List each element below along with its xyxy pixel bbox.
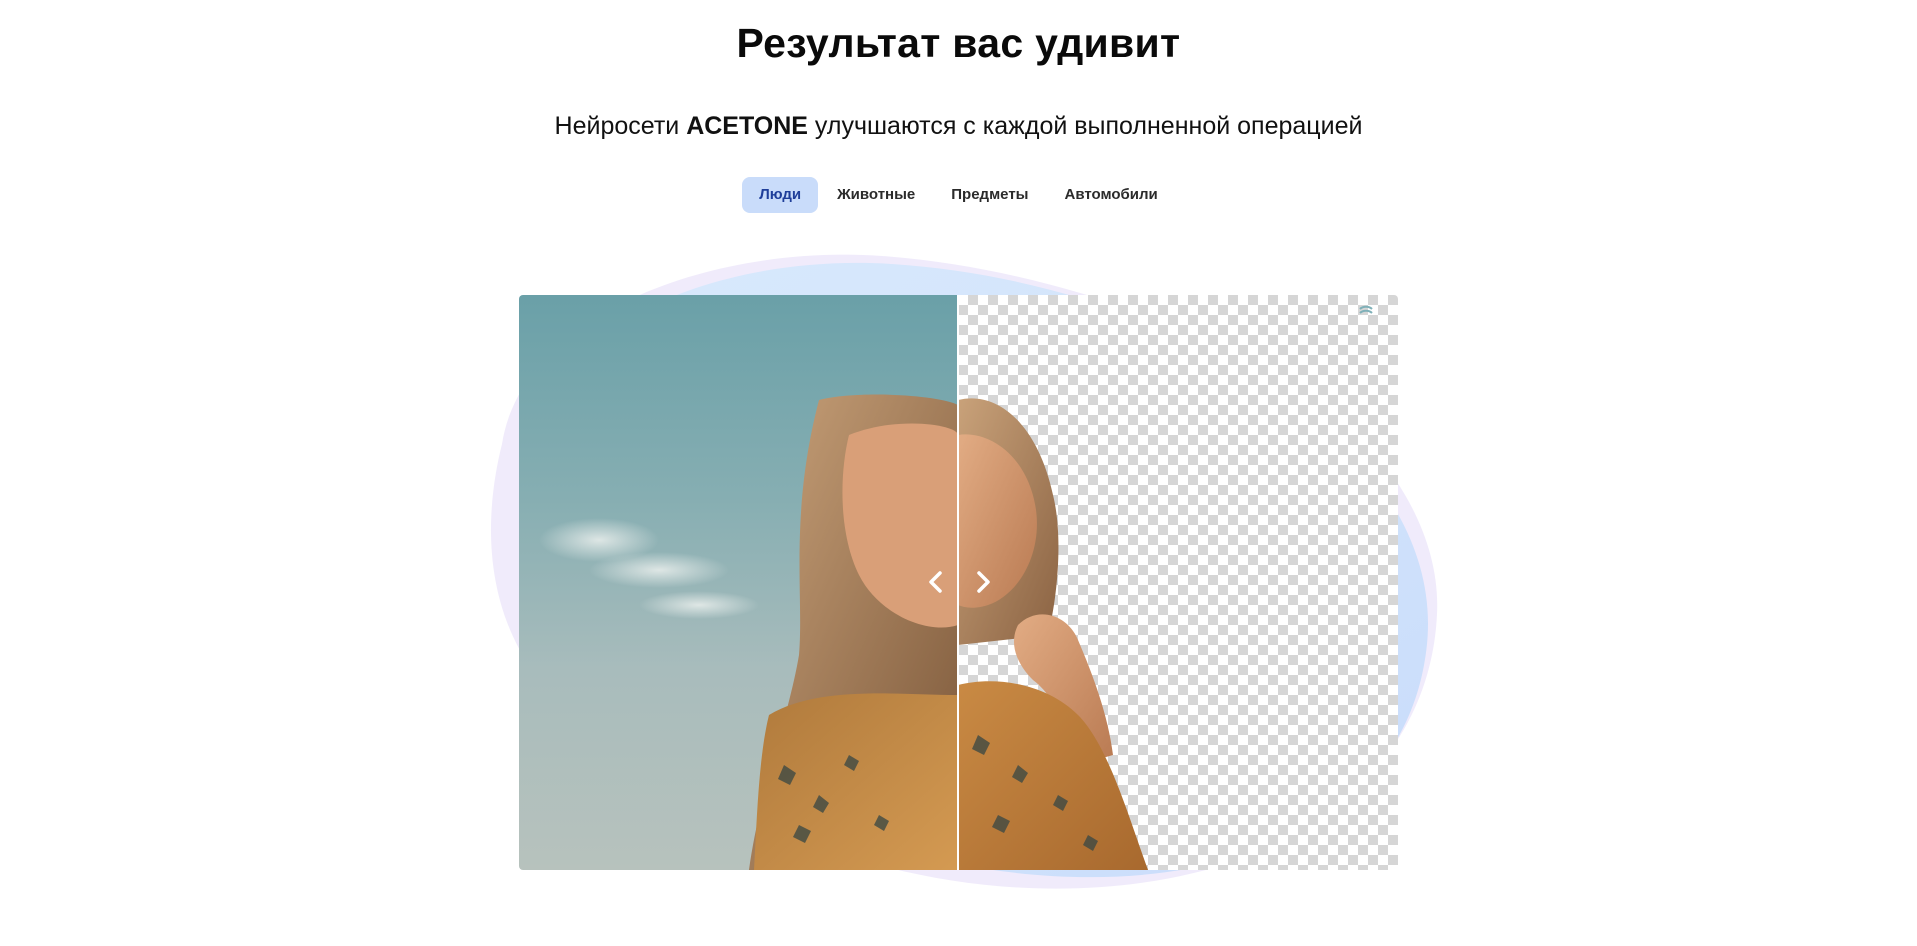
comparison-slider-handle[interactable]	[957, 295, 959, 870]
original-photo	[519, 295, 958, 870]
watermark-icon	[1359, 305, 1373, 314]
section-title: Результат вас удивит	[736, 20, 1181, 66]
category-tabs: Люди Животные Предметы Автомобили	[0, 177, 1917, 213]
tab-objects[interactable]: Предметы	[934, 177, 1045, 213]
subtitle-suffix: улучшаются с каждой выполненной операцие…	[807, 112, 1363, 140]
chevron-right-icon[interactable]	[969, 567, 997, 597]
section-subtitle: Нейросети ACETONE улучшаются с каждой вы…	[0, 112, 1917, 141]
tab-people[interactable]: Люди	[742, 177, 819, 213]
before-after-viewer[interactable]	[519, 295, 1398, 870]
brand-name: ACETONE	[686, 112, 808, 140]
tab-animals[interactable]: Животные	[820, 177, 932, 213]
subtitle-prefix: Нейросети	[554, 112, 687, 140]
processed-photo-art	[958, 398, 1148, 870]
tab-cars[interactable]: Автомобили	[1047, 177, 1174, 213]
processed-photo	[958, 295, 1398, 870]
original-photo-art	[539, 394, 958, 870]
page: Результат вас удивит Нейросети ACETONE у…	[0, 0, 1917, 946]
chevron-left-icon[interactable]	[922, 567, 950, 597]
